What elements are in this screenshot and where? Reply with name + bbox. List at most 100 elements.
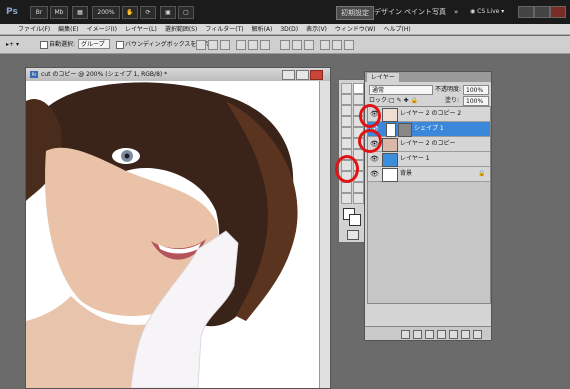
distribute-left-icon[interactable] <box>320 40 330 50</box>
eye-icon[interactable]: 👁 <box>370 155 379 163</box>
minibridge-button[interactable]: Mb <box>50 6 68 19</box>
eye-icon[interactable]: 👁 <box>370 170 379 178</box>
vector-mask-thumbnail <box>398 123 412 137</box>
menu-select[interactable]: 選択範囲(S) <box>165 24 198 34</box>
layers-panel-tabbar: レイヤー <box>365 72 491 82</box>
healing-brush-icon[interactable] <box>341 116 352 127</box>
menu-file[interactable]: ファイル(F) <box>18 24 50 34</box>
align-vcenter-icon[interactable] <box>208 40 218 50</box>
add-mask-icon[interactable] <box>425 330 434 339</box>
quick-mask-icon[interactable] <box>347 230 359 240</box>
document-canvas[interactable] <box>26 81 320 388</box>
distribute-right-icon[interactable] <box>344 40 354 50</box>
crop-tool-icon[interactable] <box>341 105 352 116</box>
show-bbox-checkbox[interactable] <box>116 41 124 49</box>
distribute-bottom-icon[interactable] <box>304 40 314 50</box>
hand-tool-icon[interactable] <box>341 193 352 204</box>
menu-help[interactable]: ヘルプ(H) <box>384 24 411 34</box>
zoom-level-select[interactable]: 200% <box>92 6 120 19</box>
align-bottom-icon[interactable] <box>220 40 230 50</box>
layer-row[interactable]: 👁 背景 🔒 <box>368 167 490 182</box>
eye-icon[interactable]: 👁 <box>370 140 379 148</box>
zoom-tool-icon[interactable] <box>353 193 364 204</box>
cs-live-button[interactable]: ◉ CS Live ▾ <box>470 6 504 18</box>
3d-orbit-tool-icon[interactable] <box>353 182 364 193</box>
layer-row[interactable]: 👁 レイヤー 1 <box>368 152 490 167</box>
background-color-swatch[interactable] <box>349 214 361 226</box>
quick-select-tool-icon[interactable] <box>353 94 364 105</box>
history-brush-icon[interactable] <box>353 127 364 138</box>
close-app-button[interactable] <box>550 6 566 18</box>
eraser-tool-icon[interactable] <box>341 138 352 149</box>
workspace-more-button[interactable]: » <box>450 6 462 18</box>
lasso-tool-icon[interactable] <box>341 94 352 105</box>
new-group-icon[interactable] <box>449 330 458 339</box>
align-hcenter-icon[interactable] <box>248 40 258 50</box>
layers-tab[interactable]: レイヤー <box>367 73 399 82</box>
eye-icon[interactable]: 👁 <box>370 110 379 118</box>
distribute-top-icon[interactable] <box>280 40 290 50</box>
workspace-photo[interactable]: 写真 <box>428 6 450 18</box>
menu-filter[interactable]: フィルター(T) <box>205 24 243 34</box>
new-layer-icon[interactable] <box>461 330 470 339</box>
brush-tool-icon[interactable] <box>353 116 364 127</box>
blend-mode-select[interactable]: 通常 <box>369 85 433 95</box>
pen-tool-icon[interactable] <box>341 160 352 171</box>
eye-icon[interactable]: 👁 <box>370 125 379 133</box>
doc-close-button[interactable] <box>310 70 323 80</box>
menu-edit[interactable]: 編集(E) <box>58 24 78 34</box>
lock-icons[interactable]: □ ✎ ✚ 🔒 <box>389 96 418 106</box>
menu-view[interactable]: 表示(V) <box>306 24 327 34</box>
gradient-tool-icon[interactable] <box>353 138 364 149</box>
menu-window[interactable]: ウィンドウ(W) <box>335 24 376 34</box>
menu-analysis[interactable]: 解析(A) <box>252 24 273 34</box>
view-extras-icon[interactable]: ▦ <box>72 6 88 19</box>
rotate-view-icon[interactable]: ⟳ <box>140 6 156 19</box>
fill-input[interactable]: 100% <box>463 96 489 106</box>
arrange-documents-icon[interactable]: ▣ <box>160 6 176 19</box>
3d-rotate-tool-icon[interactable] <box>341 182 352 193</box>
menu-3d[interactable]: 3D(D) <box>280 24 298 34</box>
layer-style-icon[interactable] <box>413 330 422 339</box>
layer-thumbnail <box>382 153 398 167</box>
layer-row[interactable]: 👁 レイヤー 2 のコピー 2 <box>368 107 490 122</box>
opacity-input[interactable]: 100% <box>463 85 489 95</box>
marquee-tool-icon[interactable] <box>353 83 364 94</box>
eyedropper-tool-icon[interactable] <box>353 105 364 116</box>
bridge-button[interactable]: Br <box>30 6 48 19</box>
canvas-vertical-scrollbar[interactable] <box>319 81 330 388</box>
align-top-icon[interactable] <box>196 40 206 50</box>
move-tool-preset-icon[interactable]: ▸+ ▾ <box>6 40 19 49</box>
move-tool-icon[interactable] <box>341 83 352 94</box>
type-tool-icon[interactable] <box>353 160 364 171</box>
document-title-bar[interactable]: Ps cut のコピー @ 200% (シェイプ 1, RGB/8) * <box>26 68 330 81</box>
menu-image[interactable]: イメージ(I) <box>87 24 117 34</box>
hand-tool-icon[interactable]: ✋ <box>122 6 138 19</box>
layer-row[interactable]: 👁 レイヤー 2 のコピー <box>368 137 490 152</box>
menu-layer[interactable]: レイヤー(L) <box>125 24 157 34</box>
clone-stamp-icon[interactable] <box>341 127 352 138</box>
shape-tool-icon[interactable] <box>353 171 364 182</box>
distribute-hcenter-icon[interactable] <box>332 40 342 50</box>
options-bar: ▸+ ▾ 自動選択: グループ バウンディングボックスを表示 <box>0 36 570 54</box>
align-right-icon[interactable] <box>260 40 270 50</box>
auto-select-dropdown[interactable]: グループ <box>78 39 110 49</box>
dodge-tool-icon[interactable] <box>353 149 364 160</box>
adjustment-layer-icon[interactable] <box>437 330 446 339</box>
screen-mode-icon[interactable]: ▢ <box>178 6 194 19</box>
layer-thumbnail <box>382 168 398 182</box>
link-layers-icon[interactable] <box>401 330 410 339</box>
maximize-button[interactable] <box>534 6 550 18</box>
workspace-essentials[interactable]: 初期設定 <box>336 6 374 20</box>
lock-icon: 🔒 <box>478 170 486 177</box>
align-left-icon[interactable] <box>236 40 246 50</box>
blur-tool-icon[interactable] <box>341 149 352 160</box>
minimize-button[interactable] <box>518 6 534 18</box>
path-select-tool-icon[interactable] <box>341 171 352 182</box>
auto-select-checkbox[interactable] <box>40 41 48 49</box>
doc-maximize-button[interactable] <box>296 70 309 80</box>
layer-row[interactable]: 👁 シェイプ 1 <box>368 122 490 137</box>
distribute-vcenter-icon[interactable] <box>292 40 302 50</box>
doc-minimize-button[interactable] <box>282 70 295 80</box>
trash-icon[interactable] <box>473 330 482 339</box>
